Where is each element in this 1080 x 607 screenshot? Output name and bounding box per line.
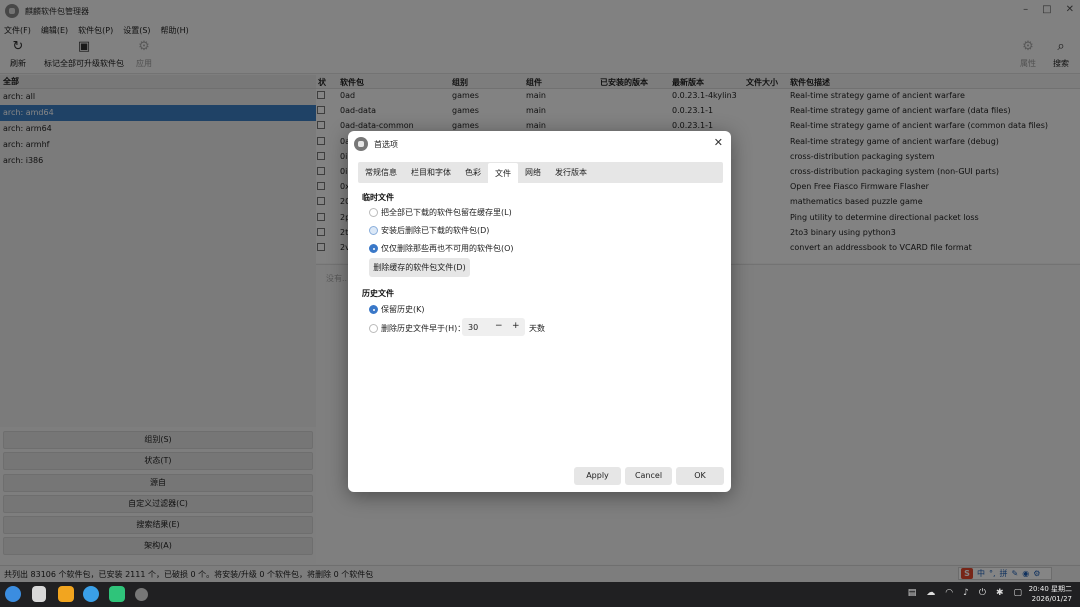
power-icon[interactable]: ⏻: [979, 588, 986, 598]
radio-button[interactable]: [369, 244, 378, 253]
tab-network[interactable]: 网络: [518, 162, 548, 183]
tab-colors[interactable]: 色彩: [458, 162, 488, 183]
preferences-tabs: 常规信息 栏目和字体 色彩 文件 网络 发行版本: [358, 162, 723, 183]
radio-label: 仅仅删除那些再也不可用的软件包(O): [381, 244, 514, 253]
multitask-view-icon[interactable]: [32, 586, 46, 602]
radio-button[interactable]: [369, 208, 378, 217]
radio-label: 保留历史(K): [381, 305, 425, 314]
notes-icon[interactable]: ▤: [908, 588, 917, 598]
bluetooth-icon[interactable]: ✱: [996, 588, 1004, 598]
radio-delete-history-older[interactable]: 删除历史文件早于(H)：: [369, 323, 465, 334]
radio-label: 把全部已下载的软件包留在缓存里(L): [381, 208, 512, 217]
preferences-dialog: 首选项 ✕ 常规信息 栏目和字体 色彩 文件 网络 发行版本 临时文件 把全部已…: [348, 131, 731, 492]
radio-delete-obsolete[interactable]: 仅仅删除那些再也不可用的软件包(O): [369, 243, 514, 254]
history-section-title: 历史文件: [362, 289, 394, 298]
ok-button[interactable]: OK: [676, 467, 724, 485]
file-manager-icon[interactable]: [58, 586, 74, 602]
radio-label: 删除历史文件早于(H)：: [381, 324, 466, 333]
notification-icon[interactable]: ▢: [1013, 588, 1022, 598]
tab-columns-fonts[interactable]: 栏目和字体: [404, 162, 458, 183]
history-days-spinbox[interactable]: 30 − +: [462, 318, 525, 336]
radio-button[interactable]: [369, 324, 378, 333]
start-menu-icon[interactable]: [5, 586, 21, 602]
tab-distribution[interactable]: 发行版本: [548, 162, 594, 183]
package-manager-task-icon[interactable]: [135, 588, 148, 601]
browser-icon[interactable]: [83, 586, 99, 602]
radio-keep-cache[interactable]: 把全部已下载的软件包留在缓存里(L): [369, 207, 512, 218]
apply-button[interactable]: Apply: [574, 467, 621, 485]
dialog-titlebar: 首选项: [354, 137, 398, 151]
radio-button[interactable]: [369, 305, 378, 314]
minus-icon[interactable]: −: [495, 321, 503, 331]
tab-files[interactable]: 文件: [488, 163, 518, 183]
clock[interactable]: 20:40 星期二 2026/01/27: [1029, 584, 1072, 604]
plus-icon[interactable]: +: [512, 321, 520, 331]
radio-delete-after-install[interactable]: 安装后删除已下载的软件包(D): [369, 225, 489, 236]
history-days-value[interactable]: 30: [468, 323, 478, 332]
tab-general[interactable]: 常规信息: [358, 162, 404, 183]
clear-cache-button[interactable]: 删除缓存的软件包文件(D): [369, 258, 470, 277]
taskbar: ▤ ☁ ◠ ♪ ⏻ ✱ ▢ 20:40 星期二 2026/01/27: [0, 582, 1080, 607]
clock-date: 2026/01/27: [1031, 595, 1072, 603]
radio-button[interactable]: [369, 226, 378, 235]
radio-keep-history[interactable]: 保留历史(K): [369, 304, 425, 315]
days-unit-label: 天数: [529, 324, 545, 333]
radio-label: 安装后删除已下载的软件包(D): [381, 226, 490, 235]
dialog-title: 首选项: [374, 139, 398, 149]
temp-files-section-title: 临时文件: [362, 193, 394, 202]
wifi-icon[interactable]: ◠: [945, 588, 953, 598]
app-store-icon[interactable]: [109, 586, 125, 602]
dialog-close-icon[interactable]: ✕: [714, 136, 723, 149]
cloud-icon[interactable]: ☁: [926, 588, 935, 598]
system-tray: ▤ ☁ ◠ ♪ ⏻ ✱ ▢: [908, 588, 1022, 598]
volume-icon[interactable]: ♪: [963, 588, 969, 598]
cancel-button[interactable]: Cancel: [625, 467, 672, 485]
clock-time: 20:40 星期二: [1028, 585, 1072, 593]
dialog-app-icon: [354, 137, 368, 151]
